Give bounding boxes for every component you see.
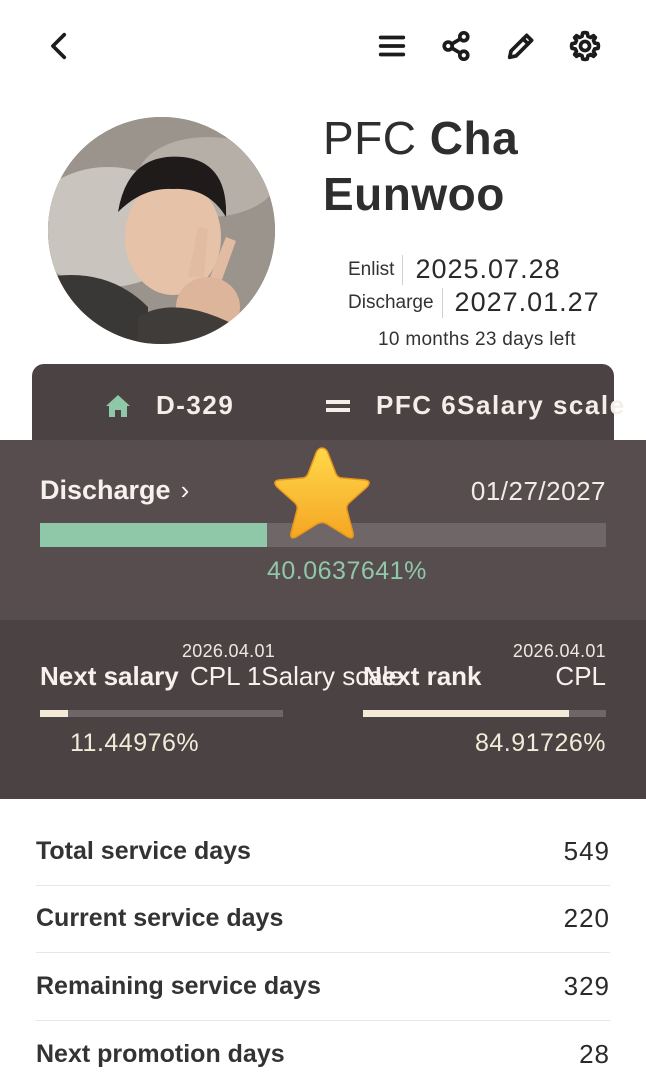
stat-value: 28 [579,1038,610,1069]
profile-name: PFC Cha Eunwoo [323,110,518,222]
discharge-label: Discharge [348,287,443,318]
avatar[interactable] [48,117,275,344]
next-salary-date: 2026.04.01 [182,641,276,661]
profile-photo [48,117,275,344]
next-rank-fill [363,710,570,717]
next-rank-value: CPL [555,661,606,691]
next-salary-bar [40,710,283,717]
stat-label: Remaining service days [36,971,321,1000]
stat-label: Next promotion days [36,1039,285,1068]
list-item: Total service days 549 [36,818,610,886]
salary-tab[interactable]: PFC 6Salary scale [324,390,626,421]
discharge-panel-date: 01/27/2027 [470,476,606,506]
discharge-row: Discharge 2027.01.27 [348,287,600,318]
discharge-progress-fill [40,523,267,547]
home-icon [104,393,132,419]
discharge-title: Discharge [40,475,171,505]
discharge-link[interactable]: Discharge › [40,475,189,506]
time-left: 10 months 23 days left [378,329,576,350]
star-icon [274,447,370,539]
gear-icon [569,30,601,62]
service-stats-list: Total service days 549 Current service d… [36,818,610,1080]
surname: Cha [429,112,519,164]
stat-value: 549 [563,835,610,866]
list-item: Remaining service days 329 [36,953,610,1021]
chevron-right-icon: › [180,475,190,505]
enlist-date: 2025.07.28 [415,254,561,284]
list-item: Current service days 220 [36,886,610,953]
stat-label: Current service days [36,904,284,933]
stat-value: 329 [563,970,610,1001]
salary-label: PFC 6Salary scale [376,390,626,420]
rank-label: PFC [323,112,417,164]
dday-tab[interactable]: D-329 [104,390,234,421]
next-rank-title: Next rank [363,661,482,691]
pencil-icon [507,33,534,60]
share-icon [442,30,470,62]
menu-button[interactable] [372,26,412,66]
chevron-left-icon [51,32,67,60]
dday-label: D-329 [156,390,235,420]
equals-icon [324,396,352,416]
stat-label: Total service days [36,836,251,865]
discharge-date: 2027.01.27 [454,287,600,317]
menu-icon [378,35,406,57]
stat-value: 220 [563,903,610,934]
next-rank-bar [363,710,606,717]
next-rank-date: 2026.04.01 [512,641,606,661]
enlist-label: Enlist [348,254,404,285]
next-salary-title: Next salary [40,661,179,691]
edit-button[interactable] [501,26,541,66]
list-item: Next promotion days 28 [36,1021,610,1080]
discharge-percent: 40.0637641% [267,557,427,585]
next-salary-percent: 11.44976% [70,729,200,757]
given-name: Eunwoo [323,168,505,220]
back-button[interactable] [40,26,80,66]
next-rank-percent: 84.91726% [474,729,606,757]
settings-button[interactable] [565,26,605,66]
enlist-row: Enlist 2025.07.28 [348,254,561,285]
next-salary-fill [40,710,68,717]
share-button[interactable] [436,26,476,66]
